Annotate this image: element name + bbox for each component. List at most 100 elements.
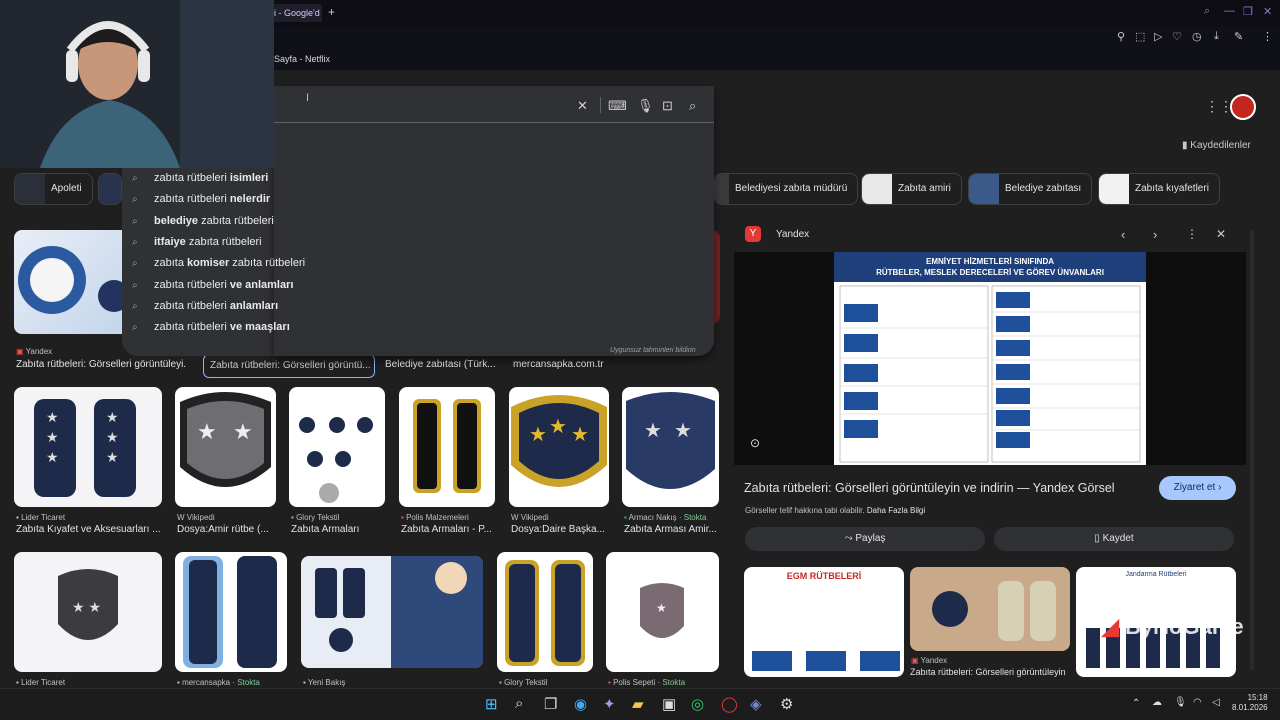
suggestion-item[interactable]: ⌕ zabıta rütbeleri ve maaşları	[132, 317, 290, 337]
result-title-selected[interactable]: Zabıta rütbeleri: Görselleri görüntü...	[203, 354, 375, 378]
related-image[interactable]: EGM RÜTBELERİ	[744, 567, 904, 677]
result-image[interactable]	[175, 552, 287, 672]
result-image[interactable]: ★ ★	[175, 387, 276, 507]
result-title[interactable]: Zabıta Armaları - P...	[401, 524, 497, 535]
result-title[interactable]: Zabıta rütbeleri: Görselleri görüntüleyi…	[16, 359, 186, 370]
result-title[interactable]: Dosya:Daire Başka...	[511, 524, 611, 535]
search-icon: ⌕	[132, 194, 138, 205]
result-image[interactable]	[301, 556, 483, 668]
chip-thumb	[15, 174, 45, 204]
clear-icon[interactable]: ✕	[577, 98, 588, 114]
chip-zabita-kiyafetleri[interactable]: Zabıta kıyafetleri	[1098, 173, 1220, 205]
result-image[interactable]: ★ ★	[622, 387, 719, 507]
store-icon[interactable]: ▣	[662, 695, 676, 713]
chip-belediye-zabitasi[interactable]: Belediye zabıtası	[968, 173, 1093, 205]
menu-icon[interactable]: ⋮	[1262, 30, 1273, 43]
play-icon[interactable]: ▷	[1154, 30, 1162, 43]
screenshot-icon[interactable]: ⬚	[1135, 30, 1145, 43]
svg-text:★: ★	[46, 429, 59, 445]
system-clock[interactable]: 15:18 8.01.2026	[1232, 693, 1268, 713]
result-image[interactable]	[399, 387, 495, 507]
whatsapp-icon[interactable]: ◎	[691, 695, 704, 713]
opera-icon[interactable]: ◯	[721, 695, 738, 713]
result-image[interactable]: ★ ★ ★ ★ ★ ★	[14, 387, 162, 507]
microphone-icon[interactable]: 🎙	[637, 98, 654, 114]
next-icon[interactable]: ›	[1153, 227, 1157, 242]
suggestion-item[interactable]: ⌕ zabıta komiser zabıta rütbeleri	[132, 253, 305, 273]
result-image[interactable]: ★	[606, 552, 719, 672]
chip-apoleti[interactable]: Apoleti	[14, 173, 93, 205]
result-title[interactable]: mercansapka.com.tr	[513, 359, 613, 370]
new-tab-button[interactable]: +	[328, 5, 335, 19]
cloud-icon[interactable]: ☁	[1152, 697, 1162, 708]
suggestion-item[interactable]: ⌕ zabıta rütbeleri isimleri	[132, 168, 268, 188]
lens-icon[interactable]: ⊙	[750, 436, 760, 450]
related-title[interactable]: Zabıta rütbeleri: Görselleri görüntüleyi…	[910, 667, 1070, 677]
saved-link[interactable]: ▮ Kaydedilenler	[1182, 140, 1251, 151]
more-options-icon[interactable]: ⋮	[1186, 227, 1198, 241]
report-predictions-link[interactable]: Uygunsuz tahminleri bildirin	[610, 347, 696, 354]
google-apps-icon[interactable]: ⋮⋮	[1205, 98, 1233, 115]
wifi-icon[interactable]: ◠	[1193, 697, 1202, 708]
share-button[interactable]: ⤳ Paylaş	[745, 527, 985, 551]
chip-belediyesi-zabita-muduru[interactable]: Belediyesi zabıta müdürü	[714, 173, 859, 205]
result-title[interactable]: Zabıta Kıyafet ve Aksesuarları ...	[16, 524, 164, 535]
discord-icon[interactable]: ◈	[750, 695, 762, 713]
search-tabs-icon[interactable]: ⌕	[1204, 5, 1210, 18]
avatar[interactable]	[1230, 94, 1256, 120]
ai-icon[interactable]: ✎	[1234, 30, 1243, 43]
suggestion-item[interactable]: ⌕ belediye zabıta rütbeleri	[132, 211, 274, 231]
volume-icon[interactable]: ◁	[1212, 697, 1220, 708]
more-info-link[interactable]: Daha Fazla Bilgi	[867, 506, 925, 515]
panel-title[interactable]: Zabıta rütbeleri: Görselleri görüntüleyi…	[744, 481, 1144, 495]
result-title[interactable]: Dosya:Amir rütbe (...	[177, 524, 277, 535]
result-source: ▣ Yandex	[16, 347, 53, 356]
suggestion-item[interactable]: ⌕ zabıta rütbeleri anlamları	[132, 296, 278, 316]
rank-chart-icon	[752, 651, 900, 677]
file-explorer-icon[interactable]: ▰	[632, 695, 644, 713]
svg-text:★: ★	[46, 409, 59, 425]
prev-icon[interactable]: ‹	[1121, 227, 1125, 242]
maximize-icon[interactable]: ❐	[1243, 5, 1253, 18]
search-icon: ⌕	[132, 237, 138, 248]
close-panel-icon[interactable]: ✕	[1216, 227, 1226, 241]
result-image[interactable]	[289, 387, 385, 507]
download-icon[interactable]: ⤓	[1214, 30, 1219, 43]
edge-icon[interactable]: ◉	[574, 695, 587, 713]
suggestion-item[interactable]: ⌕ zabıta rütbeleri nelerdir	[132, 189, 270, 209]
suggestion-item[interactable]: ⌕ itfaiye zabıta rütbeleri	[132, 232, 262, 252]
panel-source[interactable]: Yandex	[776, 229, 809, 240]
result-title[interactable]: Zabıta Armaları	[291, 524, 387, 535]
result-title[interactable]: Belediye zabıtası (Türk...	[385, 359, 497, 370]
app-icon[interactable]: ⚙	[780, 695, 793, 713]
result-image[interactable]	[497, 552, 593, 672]
result-title[interactable]: Zabıta Arması Amir...	[624, 524, 720, 535]
close-window-icon[interactable]: ✕	[1263, 5, 1272, 18]
search-icon[interactable]: ⌕	[515, 695, 523, 712]
start-icon[interactable]: ⊞	[485, 695, 498, 713]
chip-zabita-amiri[interactable]: Zabıta amiri	[861, 173, 962, 205]
heart-icon[interactable]: ♡	[1172, 30, 1182, 43]
task-view-icon[interactable]: ❐	[544, 695, 557, 713]
chip-partial[interactable]	[98, 173, 122, 205]
visit-button[interactable]: Ziyaret et ›	[1159, 476, 1236, 500]
suggestion-item[interactable]: ⌕ zabıta rütbeleri ve anlamları	[132, 275, 293, 295]
scrollbar[interactable]	[1250, 230, 1254, 670]
save-button[interactable]: ▯ Kaydet	[994, 527, 1234, 551]
chip-thumb	[715, 174, 729, 204]
minimize-icon[interactable]: —	[1224, 5, 1235, 17]
search-icon[interactable]: ⌕	[689, 98, 696, 114]
mic-icon[interactable]: 🎙	[1174, 697, 1187, 708]
history-icon[interactable]: ◷	[1192, 30, 1202, 43]
related-image[interactable]	[910, 567, 1070, 651]
tab-google[interactable]: i - Google'd	[268, 4, 322, 22]
keyboard-icon[interactable]: ⌨	[608, 98, 627, 114]
preview-image[interactable]: EMNİYET HİZMETLERİ SINIFINDA RÜTBELER, M…	[834, 252, 1146, 465]
bookmark-netflix[interactable]: Sayfa - Netflix	[274, 54, 330, 64]
result-image[interactable]: ★ ★ ★	[509, 387, 609, 507]
tray-chevron-icon[interactable]: ⌃	[1132, 698, 1140, 709]
result-image[interactable]: ★ ★	[14, 552, 162, 672]
pin-icon[interactable]: ⚲	[1117, 30, 1125, 43]
copilot-icon[interactable]: ✦	[603, 695, 616, 713]
camera-search-icon[interactable]: ⊡	[662, 98, 673, 114]
